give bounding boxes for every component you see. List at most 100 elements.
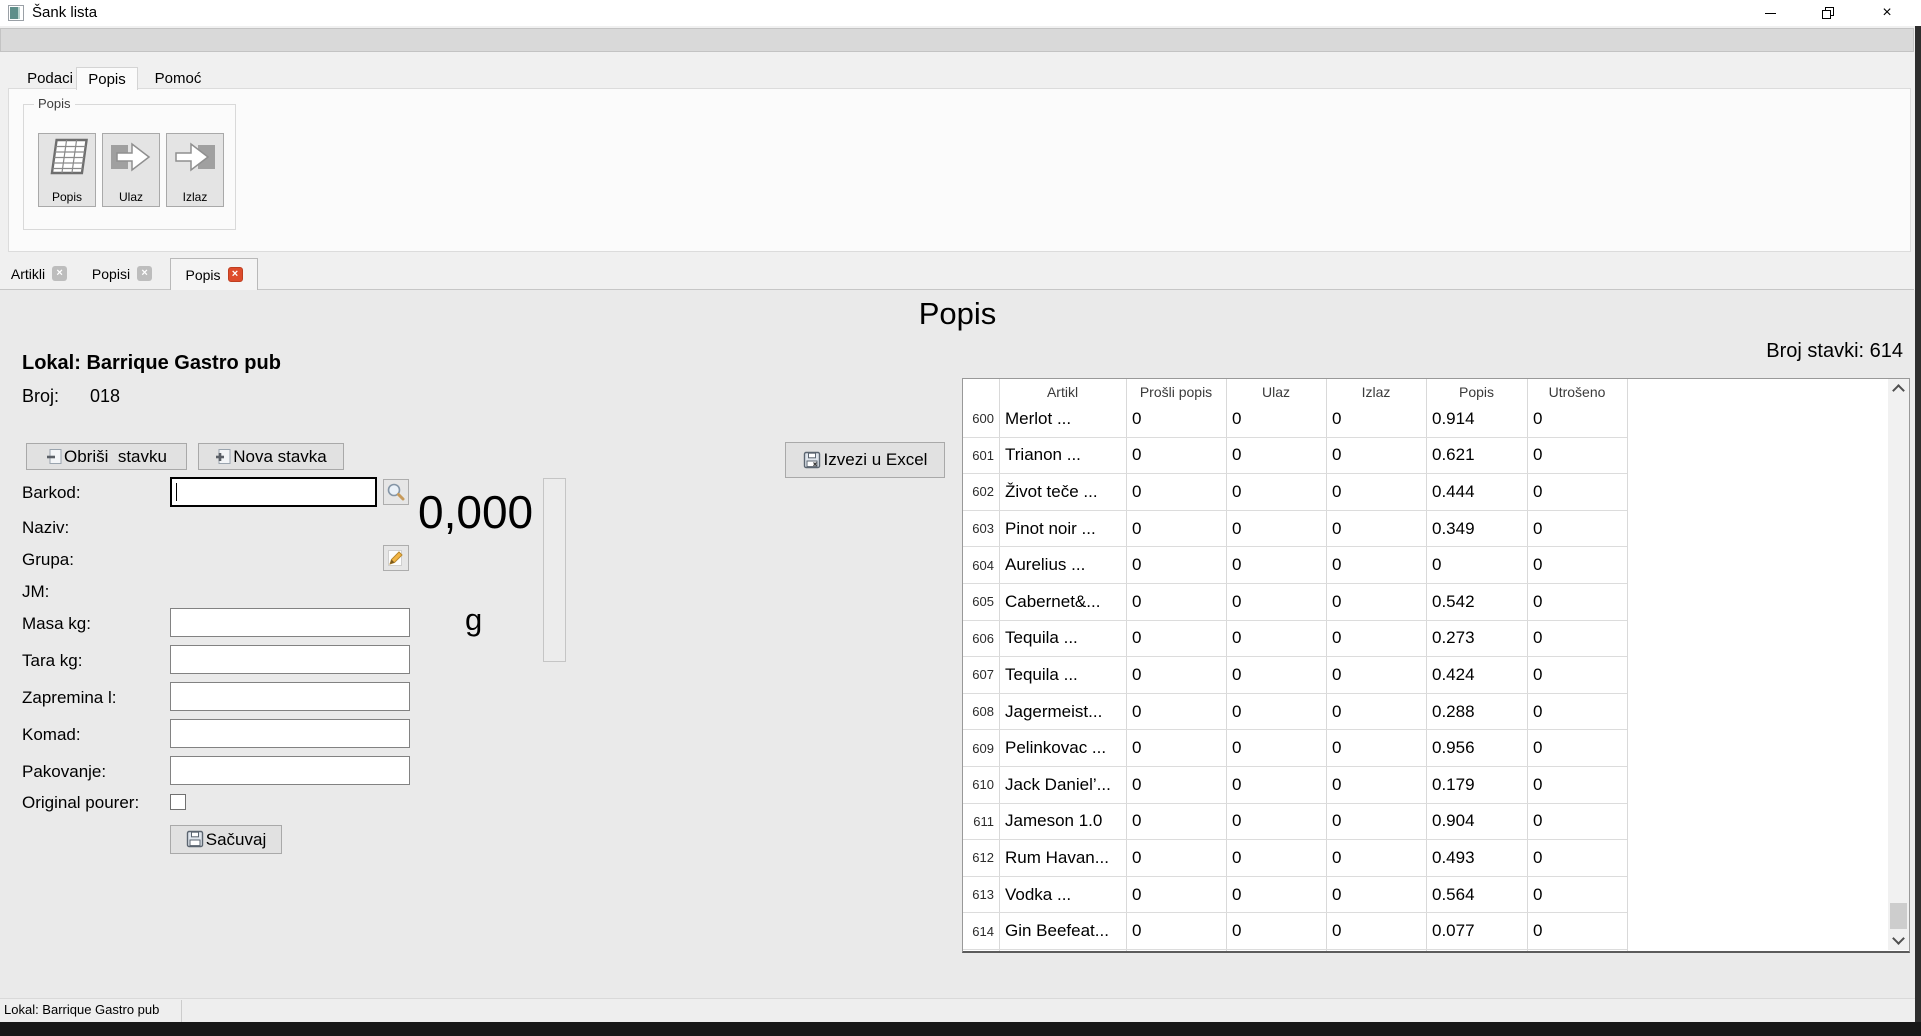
scrollbar-thumb[interactable] — [1890, 903, 1907, 929]
tab-close-icon[interactable]: × — [228, 267, 243, 282]
broj-label: Broj: — [22, 386, 59, 407]
cell-izlaz: 0 — [1326, 482, 1426, 502]
table-row[interactable]: 602Život teče ...0000.4440 — [963, 474, 1627, 511]
tab-popis[interactable]: Popis × — [170, 258, 258, 290]
cell-izlaz: 0 — [1326, 885, 1426, 905]
table-row[interactable]: 609Pelinkovac ...0000.9560 — [963, 730, 1627, 767]
items-count: Broj stavki: 614 — [1766, 340, 1903, 363]
cell-artikl: Rum Havan... — [999, 848, 1126, 868]
title-bar: Šank lista × — [0, 0, 1921, 26]
table-row[interactable]: 611Jameson 1.00000.9040 — [963, 804, 1627, 841]
cell-ulaz: 0 — [1226, 592, 1326, 612]
table-row[interactable]: 605Cabernet&...0000.5420 — [963, 584, 1627, 621]
cell-ulaz: 0 — [1226, 445, 1326, 465]
cell-popis: 0.077 — [1426, 921, 1527, 941]
cell-popis: 0.179 — [1426, 775, 1527, 795]
pakovanje-label: Pakovanje: — [22, 762, 106, 782]
ribbon-button-popis[interactable]: Popis — [38, 133, 96, 207]
cell-izlaz: 0 — [1326, 738, 1426, 758]
zapremina-input[interactable] — [170, 682, 410, 711]
cell-utroseno: 0 — [1527, 848, 1627, 868]
scale-unit: g — [465, 602, 482, 638]
column-header-izlaz: Izlaz — [1326, 379, 1426, 401]
table-row[interactable]: 607Tequila ...0000.4240 — [963, 657, 1627, 694]
table-row[interactable]: 606Tequila ...0000.2730 — [963, 621, 1627, 658]
new-item-button[interactable]: Nova stavka — [198, 443, 344, 470]
close-button[interactable]: × — [1858, 0, 1916, 26]
ribbon-group-popis: Popis Popis Ulaz — [23, 104, 236, 230]
cell-num: 612 — [963, 850, 999, 865]
cell-izlaz: 0 — [1326, 519, 1426, 539]
cell-ulaz: 0 — [1226, 848, 1326, 868]
ribbon-tab-podaci[interactable]: Podaci — [25, 68, 75, 89]
page-title: Popis — [0, 296, 1915, 332]
delete-item-button[interactable]: Obriši stavku — [26, 443, 187, 470]
menu-strip — [0, 28, 1914, 52]
save-icon — [186, 830, 205, 849]
table-row[interactable]: 604Aurelius ...00000 — [963, 547, 1627, 584]
table-row[interactable]: 612Rum Havan...0000.4930 — [963, 840, 1627, 877]
cell-num: 607 — [963, 667, 999, 682]
save-label: Sačuvaj — [206, 830, 266, 850]
table-row[interactable]: 603Pinot noir ...0000.3490 — [963, 511, 1627, 548]
export-excel-icon — [803, 451, 822, 470]
original-pourer-checkbox[interactable] — [170, 794, 186, 810]
cell-num: 609 — [963, 741, 999, 756]
vertical-scrollbar[interactable] — [1888, 379, 1909, 950]
bottom-edge — [0, 1022, 1921, 1036]
cell-artikl: Jameson 1.0 — [999, 811, 1126, 831]
ribbon-button-izlaz[interactable]: Izlaz — [166, 133, 224, 207]
cell-popis: 0.444 — [1426, 482, 1527, 502]
search-button[interactable] — [383, 479, 409, 505]
table-row[interactable]: 601Trianon ...0000.6210 — [963, 438, 1627, 475]
edit-group-button[interactable] — [383, 545, 409, 571]
cell-popis: 0.288 — [1426, 702, 1527, 722]
window-title: Šank lista — [32, 4, 97, 21]
cell-izlaz: 0 — [1326, 555, 1426, 575]
cell-prosli_popis: 0 — [1126, 409, 1226, 429]
original-pourer-label: Original pourer: — [22, 793, 139, 813]
pakovanje-input[interactable] — [170, 756, 410, 785]
cell-utroseno: 0 — [1527, 702, 1627, 722]
grupa-label: Grupa: — [22, 550, 74, 570]
tab-label: Popis — [185, 267, 220, 283]
table-row[interactable]: 613Vodka ...0000.5640 — [963, 877, 1627, 914]
lokal-label: Lokal: Barrique Gastro pub — [22, 352, 281, 375]
tab-popisi[interactable]: Popisi × — [82, 258, 162, 289]
app-window: Šank lista × Podaci Popis Pomoć Popis — [0, 0, 1921, 1036]
tab-close-icon[interactable]: × — [52, 266, 67, 281]
tab-close-icon[interactable]: × — [137, 266, 152, 281]
table-row[interactable]: 600Merlot ...0000.9140 — [963, 401, 1627, 438]
scroll-up-button[interactable] — [1888, 379, 1909, 398]
barkod-input[interactable] — [170, 477, 377, 507]
cell-num: 611 — [963, 814, 999, 829]
cell-utroseno: 0 — [1527, 665, 1627, 685]
table-row[interactable]: 610Jack Daniel’...0000.1790 — [963, 767, 1627, 804]
cell-num: 608 — [963, 704, 999, 719]
cell-utroseno: 0 — [1527, 555, 1627, 575]
komad-input[interactable] — [170, 719, 410, 748]
ribbon-button-ulaz[interactable]: Ulaz — [102, 133, 160, 207]
restore-button[interactable] — [1799, 0, 1857, 26]
cell-ulaz: 0 — [1226, 665, 1326, 685]
naziv-label: Naziv: — [22, 518, 69, 538]
cell-izlaz: 0 — [1326, 702, 1426, 722]
masa-input[interactable] — [170, 608, 410, 637]
pencil-icon — [386, 548, 406, 568]
tara-input[interactable] — [170, 645, 410, 674]
tab-artikli[interactable]: Artikli × — [3, 258, 75, 289]
minimize-button[interactable] — [1741, 0, 1799, 26]
table-row[interactable]: 614Gin Beefeat...0000.0770 — [963, 913, 1627, 950]
cell-izlaz: 0 — [1326, 409, 1426, 429]
export-excel-button[interactable]: Izvezi u Excel — [785, 442, 945, 478]
cell-prosli_popis: 0 — [1126, 445, 1226, 465]
ribbon-panel: Popis Popis Ulaz — [8, 88, 1911, 252]
ribbon-tab-pomoc[interactable]: Pomoć — [152, 68, 204, 89]
save-button[interactable]: Sačuvaj — [170, 825, 282, 854]
search-icon — [385, 481, 407, 503]
scroll-down-button[interactable] — [1888, 931, 1909, 950]
cell-artikl: Jagermeist... — [999, 702, 1126, 722]
cell-artikl: Jack Daniel’... — [999, 775, 1126, 795]
ribbon-tab-popis[interactable]: Popis — [76, 67, 138, 90]
table-row[interactable]: 608Jagermeist...0000.2880 — [963, 694, 1627, 731]
